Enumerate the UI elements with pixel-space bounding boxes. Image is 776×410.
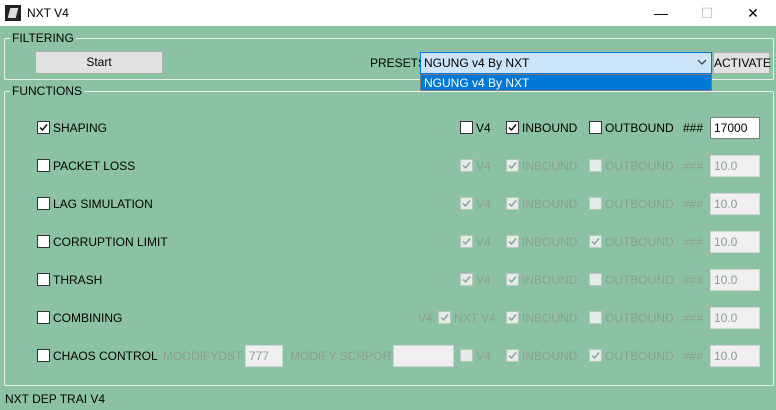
presets-label: PRESETS xyxy=(370,56,427,70)
packet-loss-checkbox[interactable] xyxy=(37,159,50,172)
packet-loss-v4-checkbox[interactable] xyxy=(460,159,473,172)
corruption-limit-v4-label: V4 xyxy=(476,235,491,249)
shaping-inbound-checkbox[interactable] xyxy=(506,121,519,134)
shaping-checkbox[interactable] xyxy=(37,121,50,134)
chaos-control-outbound-checkbox[interactable] xyxy=(589,349,602,362)
combining-hash-label: ### xyxy=(683,311,704,325)
shaping-v4-checkbox[interactable] xyxy=(460,121,473,134)
combining-inbound-label: INBOUND xyxy=(522,311,578,325)
packet-loss-label: PACKET LOSS xyxy=(53,159,136,173)
chaos-control-inbound-label: INBOUND xyxy=(522,349,578,363)
thrash-inbound-label: INBOUND xyxy=(522,273,578,287)
lag-simulation-hash-label: ### xyxy=(683,197,704,211)
corruption-limit-label: CORRUPTION LIMIT xyxy=(53,235,168,249)
chaos-control-v4-label: V4 xyxy=(476,349,491,363)
thrash-outbound-label: OUTBOUND xyxy=(605,273,674,287)
window-title: NXT V4 xyxy=(27,6,69,20)
combining-label: COMBINING xyxy=(53,311,123,325)
packet-loss-inbound-label: INBOUND xyxy=(522,159,578,173)
combining-outbound-label: OUTBOUND xyxy=(605,311,674,325)
thrash-v4-checkbox[interactable] xyxy=(460,273,473,286)
lag-simulation-v4-checkbox[interactable] xyxy=(460,197,473,210)
combining-nxtv4-label: NXT V4 xyxy=(454,311,496,325)
corruption-limit-hash-label: ### xyxy=(683,235,704,249)
combining-outbound-checkbox[interactable] xyxy=(589,311,602,324)
shaping-outbound-label: OUTBOUND xyxy=(605,121,674,135)
lag-simulation-v4-label: V4 xyxy=(476,197,491,211)
thrash-outbound-checkbox[interactable] xyxy=(589,273,602,286)
maximize-button[interactable]: ☐ xyxy=(684,0,730,26)
chaos-control-value-input[interactable]: 10.0 xyxy=(710,345,760,367)
thrash-hash-label: ### xyxy=(683,273,704,287)
combining-inbound-checkbox[interactable] xyxy=(506,311,519,324)
close-button[interactable]: ✕ xyxy=(730,0,776,26)
app-icon xyxy=(5,5,21,21)
lag-simulation-outbound-checkbox[interactable] xyxy=(589,197,602,210)
chevron-down-icon xyxy=(697,59,707,65)
status-text: NXT DEP TRAI V4 xyxy=(5,392,106,406)
corruption-limit-checkbox[interactable] xyxy=(37,235,50,248)
packet-loss-value-input[interactable]: 10.0 xyxy=(710,155,760,177)
corruption-limit-outbound-checkbox[interactable] xyxy=(589,235,602,248)
chaos-control-hash-label: ### xyxy=(683,349,704,363)
start-button[interactable]: Start xyxy=(35,51,163,74)
modifyscrport-label: MODIFY SCRPORT xyxy=(290,349,399,363)
chaos-control-label: CHAOS CONTROL xyxy=(53,349,158,363)
chaos-control-inbound-checkbox[interactable] xyxy=(506,349,519,362)
packet-loss-inbound-checkbox[interactable] xyxy=(506,159,519,172)
thrash-checkbox[interactable] xyxy=(37,273,50,286)
packet-loss-hash-label: ### xyxy=(683,159,704,173)
corruption-limit-value-input[interactable]: 10.0 xyxy=(710,231,760,253)
modifyscrport-input[interactable] xyxy=(393,345,454,367)
thrash-inbound-checkbox[interactable] xyxy=(506,273,519,286)
chaos-control-checkbox[interactable] xyxy=(37,349,50,362)
corruption-limit-inbound-checkbox[interactable] xyxy=(506,235,519,248)
shaping-v4-label: V4 xyxy=(476,121,491,135)
combining-nxtv4-checkbox[interactable] xyxy=(438,311,451,324)
lag-simulation-inbound-checkbox[interactable] xyxy=(506,197,519,210)
shaping-value-input[interactable]: 17000 xyxy=(710,117,760,139)
corruption-limit-outbound-label: OUTBOUND xyxy=(605,235,674,249)
chaos-control-v4-checkbox[interactable] xyxy=(460,349,473,362)
packet-loss-outbound-checkbox[interactable] xyxy=(589,159,602,172)
functions-legend: FUNCTIONS xyxy=(12,84,82,98)
packet-loss-v4-label: V4 xyxy=(476,159,491,173)
corruption-limit-inbound-label: INBOUND xyxy=(522,235,578,249)
thrash-label: THRASH xyxy=(53,273,103,287)
lag-simulation-checkbox[interactable] xyxy=(37,197,50,210)
shaping-inbound-label: INBOUND xyxy=(522,121,578,135)
title-bar: NXT V4 — ☐ ✕ xyxy=(0,0,776,26)
moddifydst-input[interactable]: 777 xyxy=(245,345,283,367)
lag-simulation-value-input[interactable]: 10.0 xyxy=(710,193,760,215)
presets-select[interactable]: NGUNG v4 By NXT xyxy=(420,52,712,74)
combining-checkbox[interactable] xyxy=(37,311,50,324)
shaping-label: SHAPING xyxy=(53,121,108,135)
thrash-v4-label: V4 xyxy=(476,273,491,287)
lag-simulation-inbound-label: INBOUND xyxy=(522,197,578,211)
presets-select-value: NGUNG v4 By NXT xyxy=(424,56,530,70)
lag-simulation-label: LAG SIMULATION xyxy=(53,197,153,211)
packet-loss-outbound-label: OUTBOUND xyxy=(605,159,674,173)
activate-button[interactable]: ACTIVATE xyxy=(713,52,771,74)
chaos-control-outbound-label: OUTBOUND xyxy=(605,349,674,363)
moddifydst-label: MODDIFYDST xyxy=(163,349,243,363)
thrash-value-input[interactable]: 10.0 xyxy=(710,269,760,291)
shaping-outbound-checkbox[interactable] xyxy=(589,121,602,134)
combining-v4-label: V4 xyxy=(418,311,433,325)
combining-value-input[interactable]: 10.0 xyxy=(710,307,760,329)
lag-simulation-outbound-label: OUTBOUND xyxy=(605,197,674,211)
shaping-hash-label: ### xyxy=(683,121,704,135)
filtering-legend: FILTERING xyxy=(12,31,74,45)
minimize-button[interactable]: — xyxy=(638,0,684,26)
corruption-limit-v4-checkbox[interactable] xyxy=(460,235,473,248)
